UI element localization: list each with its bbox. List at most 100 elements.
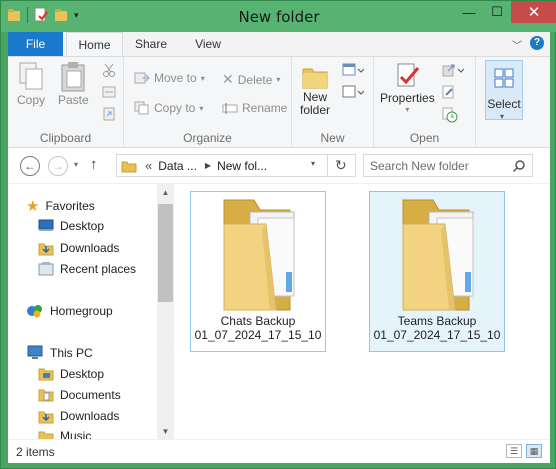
scrollbar-thumb[interactable] [158,204,173,302]
chevron-down-icon: ▾ [199,103,204,113]
scroll-up-icon[interactable]: ▲ [157,184,174,201]
item-count: 2 items [16,445,55,459]
nav-recent-places-label: Recent places [60,262,137,276]
organize-group: Move to ▾ Copy to ▾ ✕ Delete ▾ Rename Organ… [124,57,292,148]
new-group-label: New [320,131,345,145]
rename-button[interactable]: Rename [222,101,287,115]
folder-item-name-line1: Chats Backup [220,314,296,328]
nav-pc-downloads-label: Downloads [60,409,120,423]
clipboard-group-label: Clipboard [39,131,92,145]
delete-button[interactable]: ✕ Delete ▾ [222,71,280,88]
delete-icon: ✕ [222,71,234,87]
tab-view[interactable]: View [187,32,229,56]
open-icon[interactable] [442,63,464,77]
new-folder-button[interactable]: New folder [300,61,330,117]
edit-icon[interactable] [442,85,456,99]
history-icon[interactable] [442,107,458,123]
tab-share[interactable]: Share [130,32,172,56]
select-label: Select [487,97,521,111]
folder-item-name-line2: 01_07_2024_17_15_10 [373,328,501,342]
nav-homegroup[interactable]: Homegroup [26,303,113,319]
nav-downloads[interactable]: Downloads [38,240,119,256]
desktop-icon [38,219,54,231]
address-dropdown-icon[interactable]: ▾ [311,159,315,168]
address-separator [327,154,328,177]
organize-group-label: Organize [183,131,232,145]
up-arrow-icon[interactable]: ↑ [90,156,98,173]
paste-icon [61,62,85,92]
paste-button[interactable]: Paste [58,61,89,107]
chevron-down-icon: ▾ [200,73,205,83]
nav-this-pc-label: This PC [50,346,93,360]
scroll-down-icon[interactable]: ▼ [157,423,174,440]
nav-downloads-label: Downloads [60,241,120,255]
paste-shortcut-icon[interactable] [102,107,116,121]
refresh-icon[interactable]: ↻ [335,157,347,174]
ribbon-tabs: File Home Share View ﹀ ? [8,32,550,57]
window-controls: — ☐ ✕ [455,1,556,23]
search-input[interactable]: Search New folder [370,159,469,173]
new-folder-label-line2: folder [300,103,331,117]
breadcrumb-overflow[interactable]: « [145,158,152,173]
properties-button[interactable]: Properties ▾ [380,61,435,114]
nav-pc-documents[interactable]: Documents [38,387,121,403]
title-bar[interactable]: ▾ New folder — ☐ ✕ [1,1,556,32]
nav-this-pc[interactable]: This PC [26,345,93,361]
cut-icon[interactable] [102,63,116,77]
rename-label: Rename [242,101,288,115]
help-icon[interactable]: ? [530,36,544,50]
folder-icon [38,368,54,381]
close-button[interactable]: ✕ [511,1,556,23]
delete-label: Delete [237,72,273,87]
nav-pc-desktop[interactable]: Desktop [38,366,104,382]
nav-homegroup-label: Homegroup [50,304,113,318]
search-box[interactable]: Search New folder [363,154,533,177]
breadcrumb-new-folder[interactable]: New fol... [217,159,267,173]
folder-item-name-line1: Teams Backup [397,314,477,328]
copy-button[interactable]: Copy [16,61,46,107]
computer-icon [27,345,43,359]
chevron-down-icon[interactable]: ﹀ [512,37,522,52]
back-button[interactable]: ← [20,156,40,176]
documents-folder-icon [38,389,54,402]
tab-home[interactable]: Home [66,32,123,57]
copy-path-icon[interactable] [102,85,116,99]
breadcrumb-separator-icon[interactable]: ▶ [205,161,211,170]
folder-item-chats-backup[interactable]: Chats Backup 01_07_2024_17_15_10 [190,191,326,352]
easy-access-icon[interactable] [342,85,364,99]
downloads-icon [38,411,54,424]
nav-scrollbar[interactable]: ▲ ▼ [157,184,174,440]
folder-icon [402,199,474,311]
move-to-button[interactable]: Move to ▾ [134,71,205,85]
maximize-button[interactable]: ☐ [483,1,511,23]
search-icon [512,160,525,173]
nav-favorites[interactable]: ★ Favorites [26,197,95,215]
folder-item-teams-backup[interactable]: Teams Backup 01_07_2024_17_15_10 [369,191,505,352]
tab-file[interactable]: File [8,32,63,56]
folder-item-name-line2: 01_07_2024_17_15_10 [194,328,322,342]
minimize-button[interactable]: — [455,1,483,23]
nav-desktop[interactable]: Desktop [38,219,104,233]
large-icons-view-icon[interactable]: ▦ [526,444,542,458]
view-switcher: ☰ ▦ [506,444,542,458]
file-list: Chats Backup 01_07_2024_17_15_10 Teams B… [176,184,550,440]
select-button[interactable] [485,60,523,120]
nav-pc-downloads[interactable]: Downloads [38,408,119,424]
chevron-down-icon: ▾ [405,105,410,114]
new-group: New folder New [292,57,374,148]
clipboard-group: Copy Paste Clipboard [8,57,124,148]
address-bar[interactable]: « Data ... ▶ New fol... ▾ ↻ [116,154,356,177]
move-to-label: Move to [154,71,197,85]
copy-to-label: Copy to [154,101,196,115]
copy-to-button[interactable]: Copy to ▾ [134,101,203,115]
nav-recent-places[interactable]: Recent places [38,261,136,277]
arrow-right-icon: → [52,159,64,173]
recent-locations-icon[interactable]: ▾ [74,160,78,169]
details-view-icon[interactable]: ☰ [506,444,522,458]
breadcrumb-data[interactable]: Data ... [158,159,197,173]
properties-label: Properties [380,91,435,105]
forward-button[interactable]: → [48,156,68,176]
downloads-icon [38,243,54,256]
new-item-icon[interactable] [342,63,364,77]
explorer-window: ▾ New folder — ☐ ✕ File Home Share View … [0,0,556,469]
